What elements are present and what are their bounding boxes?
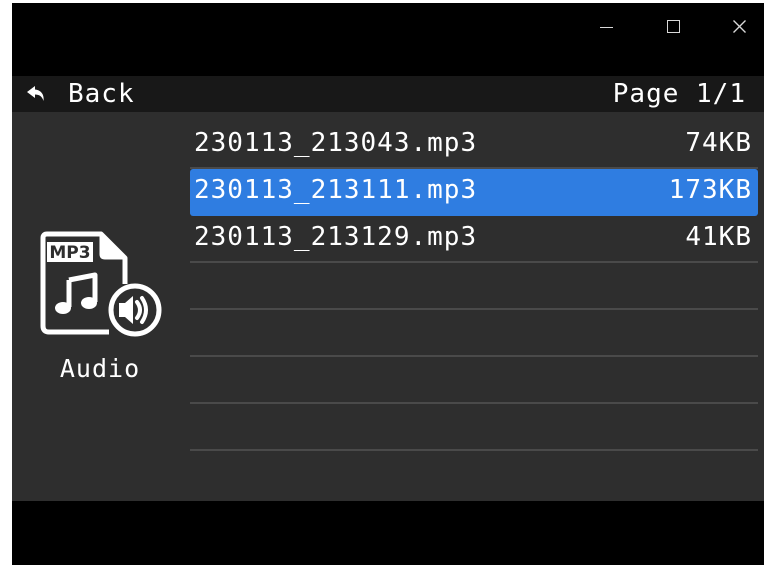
empty-row [190, 404, 758, 451]
page-indicator: Page 1/1 [612, 79, 746, 109]
file-name: 230113_213111.mp3 [194, 175, 478, 205]
file-size: 74KB [685, 128, 752, 158]
back-arrow-icon [27, 86, 44, 101]
close-button[interactable] [712, 3, 764, 49]
title-bar [12, 3, 764, 76]
file-name: 230113_213043.mp3 [194, 128, 478, 158]
file-name: 230113_213129.mp3 [194, 222, 478, 252]
maximize-icon [666, 19, 680, 33]
back-button[interactable]: Back [26, 76, 135, 112]
file-row[interactable]: 230113_213043.mp3 74KB [190, 122, 758, 169]
file-row-selected[interactable]: 230113_213111.mp3 173KB [190, 169, 758, 216]
empty-row [190, 357, 758, 404]
minimize-button[interactable] [579, 3, 633, 49]
file-size: 173KB [668, 175, 752, 205]
mp3-audio-file-icon: MP3 [40, 231, 162, 337]
footer-bar [12, 501, 764, 565]
mp3-badge-text: MP3 [49, 243, 90, 263]
maximize-button[interactable] [646, 3, 700, 49]
file-size: 41KB [685, 222, 752, 252]
category-panel: MP3 Audio [12, 112, 182, 501]
close-icon [732, 19, 746, 33]
file-browser: MP3 Audio 230113_213043.mp3 74KB 230113_… [12, 112, 764, 501]
file-list: 230113_213043.mp3 74KB 230113_213111.mp3… [190, 122, 758, 451]
minimize-icon [599, 26, 613, 28]
back-label: Back [68, 79, 135, 109]
category-label: Audio [59, 354, 141, 383]
navigation-bar: Back Page 1/1 [12, 76, 764, 112]
empty-row [190, 263, 758, 310]
empty-row [190, 310, 758, 357]
file-row[interactable]: 230113_213129.mp3 41KB [190, 216, 758, 263]
app-window: Back Page 1/1 MP3 Audio 230113_213043.mp… [12, 3, 764, 565]
